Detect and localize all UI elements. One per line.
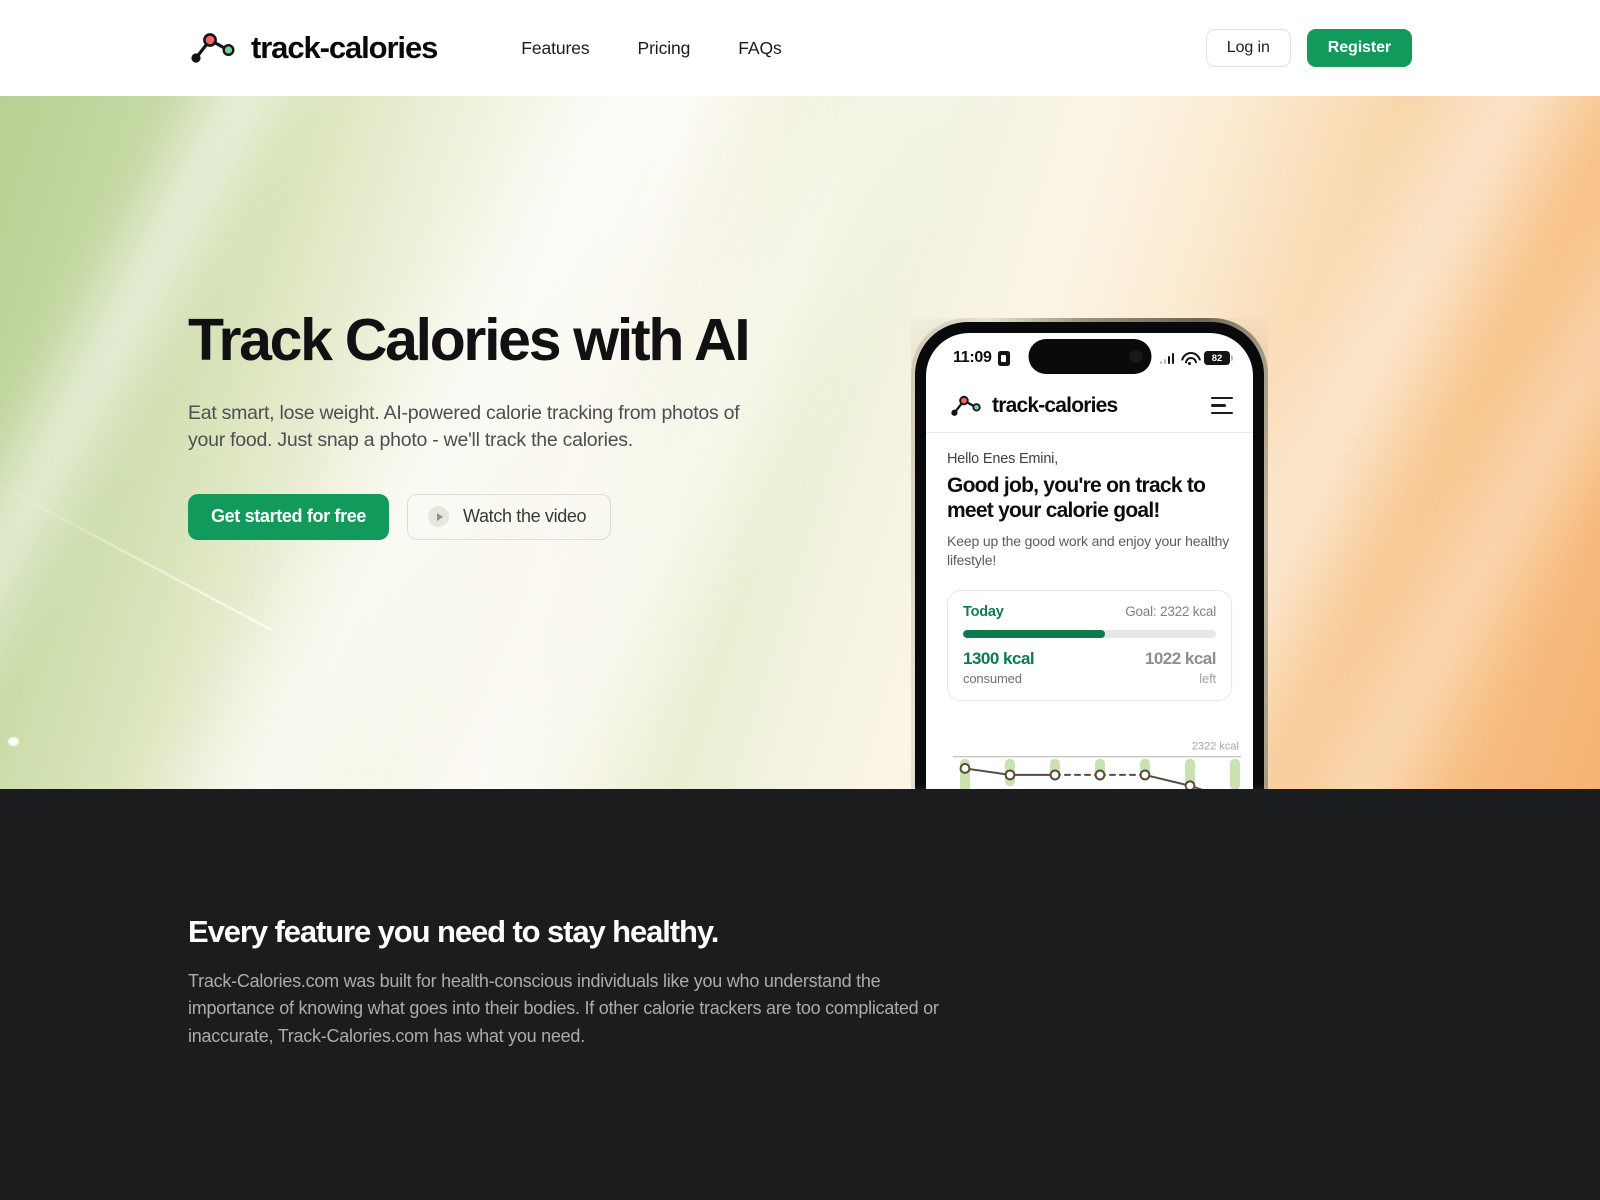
- nav-item-pricing[interactable]: Pricing: [614, 28, 715, 69]
- header-actions: Log in Register: [1205, 29, 1412, 67]
- features-intro-section: Every feature you need to stay healthy. …: [0, 789, 1600, 1200]
- screen-record-icon: [997, 350, 1010, 366]
- watch-video-button[interactable]: Watch the video: [407, 493, 612, 540]
- phone-mockup: 11:09 82 track-calories Hello Enes Emini…: [911, 318, 1268, 789]
- login-button[interactable]: Log in: [1205, 29, 1291, 67]
- remaining-value: 1022 kcal: [1144, 648, 1217, 668]
- battery-indicator: 82: [1204, 351, 1233, 365]
- main-navigation: Features Pricing FAQs: [497, 28, 805, 69]
- user-greeting: Hello Enes Emini,: [947, 451, 1059, 467]
- brand-logo-link[interactable]: track-calories: [188, 29, 438, 67]
- app-brand[interactable]: track-calories: [949, 393, 1118, 419]
- brand-name: track-calories: [251, 30, 438, 65]
- light-streak-dot: [8, 737, 19, 746]
- today-summary-card: Today Goal: 2322 kcal 1300 kcal consumed…: [947, 589, 1232, 701]
- cellular-signal-icon: [1159, 352, 1174, 364]
- consumed-block: 1300 kcal consumed: [963, 648, 1035, 686]
- phone-screen: 11:09 82 track-calories Hello Enes Emini…: [926, 333, 1253, 789]
- phone-frame: 11:09 82 track-calories Hello Enes Emini…: [911, 318, 1268, 789]
- register-button[interactable]: Register: [1306, 29, 1412, 67]
- remaining-block: 1022 kcal left: [1144, 648, 1217, 686]
- consumed-value: 1300 kcal: [963, 648, 1035, 668]
- app-subline: Keep up the good work and enjoy your hea…: [947, 533, 1230, 568]
- wifi-icon: [1181, 352, 1197, 365]
- hero-section: Track Calories with AI Eat smart, lose w…: [0, 96, 1600, 789]
- app-top-bar: track-calories: [926, 379, 1253, 433]
- calorie-progress-bar: [963, 629, 1216, 638]
- play-triangle-icon: [428, 506, 450, 528]
- weekly-calorie-chart: 2322 kcalDi.Mi.Do.Fr.Sa.So.Mo.: [947, 719, 1241, 789]
- dynamic-island: [1028, 339, 1151, 374]
- app-content: Hello Enes Emini, Good job, you're on tr…: [926, 433, 1253, 789]
- nav-item-faqs[interactable]: FAQs: [714, 28, 805, 69]
- get-started-button[interactable]: Get started for free: [188, 493, 390, 540]
- app-headline: Good job, you're on track to meet your c…: [947, 474, 1206, 522]
- consumed-label: consumed: [963, 670, 1022, 686]
- features-body: Track-Calories.com was built for health-…: [188, 971, 939, 1046]
- status-time: 11:09: [953, 349, 992, 366]
- nav-item-features[interactable]: Features: [497, 28, 613, 69]
- watch-video-label: Watch the video: [463, 506, 587, 527]
- app-brand-name: track-calories: [992, 393, 1118, 417]
- today-label: Today: [963, 603, 1004, 620]
- front-camera-icon: [1129, 350, 1142, 363]
- hamburger-menu-icon[interactable]: [1211, 396, 1233, 415]
- hero-subtitle: Eat smart, lose weight. AI-powered calor…: [188, 401, 740, 452]
- svg-text:2322 kcal: 2322 kcal: [1192, 740, 1239, 752]
- features-title: Every feature you need to stay healthy.: [188, 914, 719, 949]
- remaining-label: left: [1199, 670, 1216, 686]
- line-chart-dots-icon: [949, 393, 983, 419]
- phone-status-bar: 11:09 82: [926, 333, 1253, 379]
- line-chart-dots-icon: [188, 29, 238, 67]
- calorie-goal-label: Goal: 2322 kcal: [1125, 603, 1216, 619]
- site-header: track-calories Features Pricing FAQs Log…: [0, 0, 1600, 96]
